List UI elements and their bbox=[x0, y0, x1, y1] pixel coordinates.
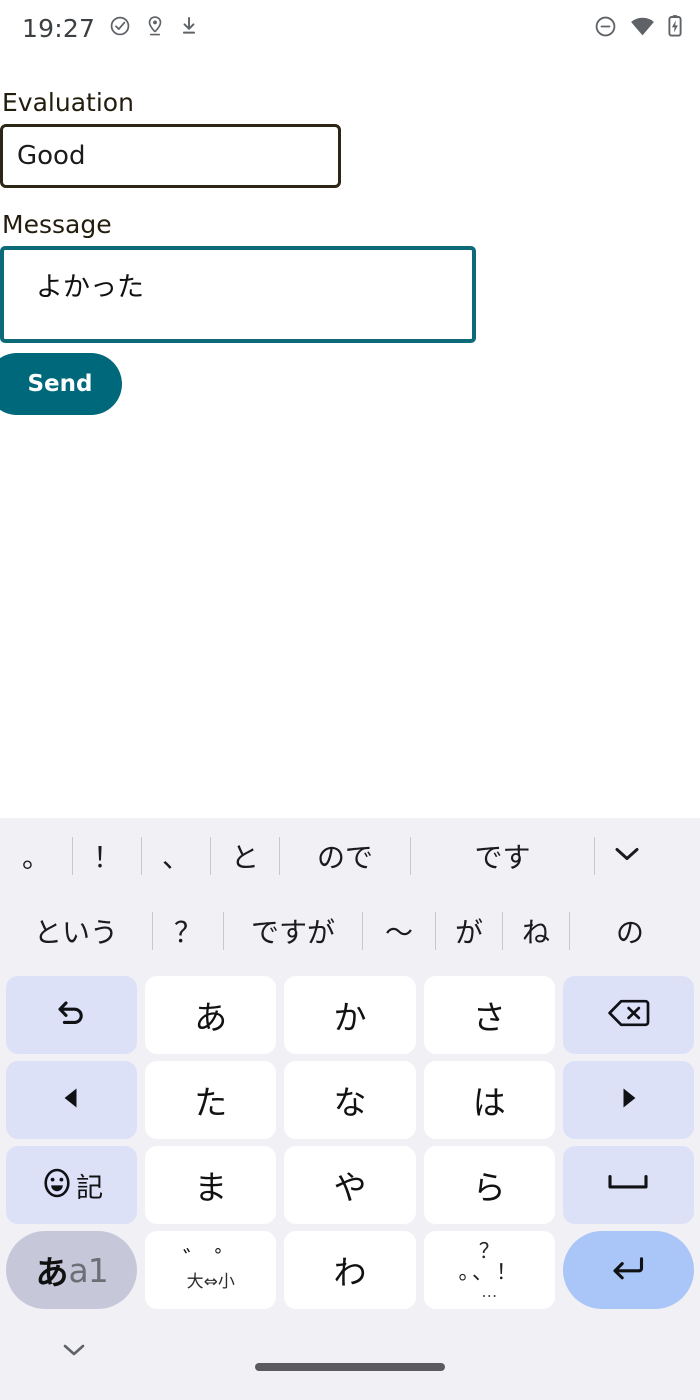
check-circle-icon bbox=[109, 15, 131, 41]
emoji-symbol-label: 記 bbox=[76, 1172, 104, 1204]
key-ma[interactable]: ま bbox=[145, 1146, 277, 1224]
suggestion-item[interactable]: 。 bbox=[0, 818, 72, 893]
space-key[interactable] bbox=[562, 1146, 695, 1224]
key-ka[interactable]: か bbox=[284, 976, 416, 1054]
evaluation-input[interactable]: Good bbox=[0, 124, 341, 188]
message-field-group: Message よかった bbox=[0, 210, 700, 343]
key-row-2: た な は bbox=[0, 1061, 700, 1139]
suggestion-item[interactable]: ？ bbox=[153, 893, 223, 968]
suggestion-item[interactable]: ね bbox=[503, 893, 569, 968]
undo-key[interactable] bbox=[6, 976, 138, 1054]
message-label: Message bbox=[2, 210, 112, 239]
suggestion-item[interactable]: ！ bbox=[73, 818, 141, 893]
key-ya[interactable]: や bbox=[284, 1146, 416, 1224]
key-row-3: 記 ま や ら bbox=[0, 1146, 700, 1224]
arrow-left-icon bbox=[59, 1084, 85, 1116]
key-ta[interactable]: た bbox=[145, 1061, 277, 1139]
suggestion-item[interactable]: が bbox=[436, 893, 502, 968]
keyboard-bottom-bar bbox=[0, 1316, 700, 1388]
key-row-4: あ a1 ゛ ゜ 大⇔小 わ ？ 。、！ … bbox=[0, 1231, 700, 1309]
punctuation-ellipsis: … bbox=[481, 1281, 498, 1301]
key-sa[interactable]: さ bbox=[423, 976, 555, 1054]
punctuation-marks: 。、！ bbox=[458, 1259, 520, 1284]
status-bar-right bbox=[594, 14, 682, 42]
location-pin-icon bbox=[145, 15, 165, 41]
arrow-right-icon bbox=[615, 1084, 641, 1116]
suggestion-row-2: という ？ ですが 〜 が ね の bbox=[0, 893, 700, 968]
space-bar-icon bbox=[605, 1172, 651, 1198]
phone-screen: 19:27 Evaluation Good Message よかった Send … bbox=[0, 0, 700, 1400]
suggestion-item[interactable]: 、 bbox=[142, 818, 210, 893]
input-mode-secondary: a1 bbox=[68, 1250, 108, 1290]
chevron-down-icon bbox=[61, 1342, 87, 1362]
status-clock: 19:27 bbox=[22, 13, 96, 43]
send-button[interactable]: Send bbox=[0, 353, 122, 415]
suggestion-item[interactable]: という bbox=[0, 893, 152, 968]
punctuation-question: ？ bbox=[478, 1238, 500, 1263]
backspace-icon bbox=[606, 997, 650, 1033]
key-row-1: あ か さ bbox=[0, 976, 700, 1054]
emoji-face-icon bbox=[40, 1166, 74, 1204]
suggestion-item[interactable]: 〜 bbox=[363, 893, 435, 968]
do-not-disturb-icon bbox=[594, 15, 617, 42]
feedback-form: Evaluation Good Message よかった Send bbox=[0, 56, 700, 415]
suggestion-item[interactable]: ので bbox=[280, 818, 410, 893]
evaluation-label: Evaluation bbox=[2, 88, 134, 117]
send-button-row: Send bbox=[0, 353, 700, 415]
status-bar: 19:27 bbox=[0, 0, 700, 56]
dakuten-size-label: 大⇔小 bbox=[186, 1271, 235, 1292]
undo-icon bbox=[53, 996, 91, 1034]
message-value: よかった bbox=[36, 272, 144, 303]
key-wa[interactable]: わ bbox=[284, 1231, 416, 1309]
input-mode-key[interactable]: あ a1 bbox=[6, 1231, 138, 1309]
suggestion-row-1: 。 ！ 、 と ので です bbox=[0, 818, 700, 893]
cursor-left-key[interactable] bbox=[6, 1061, 138, 1139]
download-icon bbox=[179, 15, 199, 41]
key-ha[interactable]: は bbox=[423, 1061, 555, 1139]
home-gesture-bar[interactable] bbox=[255, 1363, 445, 1371]
status-bar-left: 19:27 bbox=[22, 14, 199, 43]
dakuten-marks: ゛ ゜ bbox=[182, 1246, 239, 1275]
software-keyboard: 。 ！ 、 と ので です という ？ ですが 〜 が ね の あ か さ た … bbox=[0, 818, 700, 1400]
expand-suggestions-button[interactable] bbox=[595, 818, 659, 893]
enter-key[interactable] bbox=[562, 1231, 695, 1309]
cursor-right-key[interactable] bbox=[562, 1061, 695, 1139]
suggestion-item[interactable]: です bbox=[411, 818, 594, 893]
suggestion-item[interactable]: ですが bbox=[224, 893, 362, 968]
backspace-key[interactable] bbox=[562, 976, 695, 1054]
hide-keyboard-button[interactable] bbox=[56, 1338, 92, 1366]
suggestion-item[interactable]: の bbox=[570, 893, 690, 968]
key-na[interactable]: な bbox=[284, 1061, 416, 1139]
punctuation-key[interactable]: ？ 。、！ … bbox=[423, 1231, 555, 1309]
battery-charging-icon bbox=[668, 14, 682, 42]
emoji-symbol-key[interactable]: 記 bbox=[6, 1146, 138, 1224]
chevron-down-icon bbox=[613, 845, 641, 867]
wifi-icon bbox=[630, 16, 655, 41]
suggestion-item[interactable]: と bbox=[211, 818, 279, 893]
key-ra[interactable]: ら bbox=[423, 1146, 555, 1224]
key-grid: あ か さ た な は 記 ま や ら あ a1 ゛ ゜ 大⇔小 わ ？ 。、！… bbox=[0, 968, 700, 1309]
evaluation-value: Good bbox=[17, 141, 86, 171]
key-a[interactable]: あ bbox=[145, 976, 277, 1054]
message-input[interactable]: よかった bbox=[0, 246, 476, 343]
dakuten-key[interactable]: ゛ ゜ 大⇔小 bbox=[145, 1231, 277, 1309]
input-mode-primary: あ bbox=[35, 1253, 69, 1292]
enter-arrow-icon bbox=[607, 1253, 649, 1287]
evaluation-field-group: Evaluation Good bbox=[0, 88, 700, 188]
